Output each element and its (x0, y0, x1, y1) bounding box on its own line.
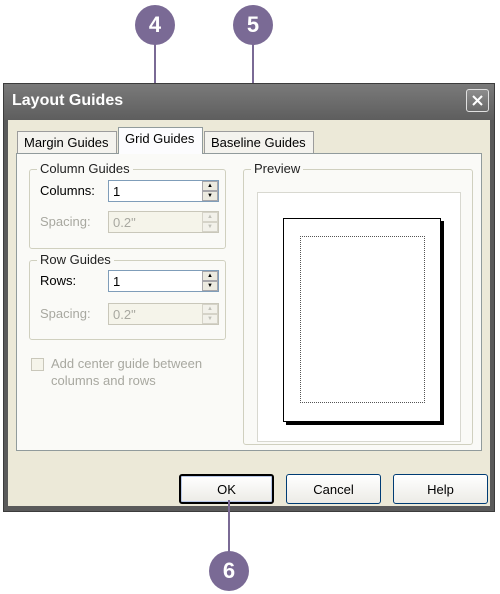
preview-title: Preview (251, 161, 304, 176)
columns-label: Columns: (40, 183, 95, 198)
center-guide-checkbox[interactable] (31, 358, 44, 371)
preview-group: Preview (243, 161, 473, 445)
title-bar[interactable]: Layout Guides (4, 84, 494, 120)
center-guide-label-line1: Add center guide between (51, 356, 203, 371)
ok-button[interactable]: OK (179, 474, 274, 504)
arrow-down-icon: ▼ (207, 316, 213, 322)
row-spacing-stepper[interactable]: ▲ ▼ (108, 303, 219, 325)
rows-stepper[interactable]: ▲ ▼ (108, 270, 219, 292)
column-spacing-stepper[interactable]: ▲ ▼ (108, 211, 219, 233)
arrow-down-icon: ▼ (207, 283, 213, 289)
row-guides-group: Row Guides Rows: ▲ ▼ Spacing: ▲ ▼ (29, 252, 226, 340)
help-button[interactable]: Help (393, 474, 488, 504)
rows-down-button[interactable]: ▼ (202, 281, 218, 291)
center-guide-label-line2: columns and rows (51, 373, 156, 388)
cancel-button[interactable]: Cancel (286, 474, 381, 504)
row-spacing-up-button[interactable]: ▲ (202, 304, 218, 314)
arrow-down-icon: ▼ (207, 224, 213, 230)
callout-6-leader (228, 500, 230, 556)
preview-area (257, 192, 461, 442)
dialog-title: Layout Guides (12, 92, 124, 109)
grid-guides-panel: Column Guides Columns: ▲ ▼ Spacing: ▲ ▼ (16, 153, 482, 451)
close-x-icon (472, 95, 483, 106)
column-spacing-up-button[interactable]: ▲ (202, 212, 218, 222)
margin-guide-outline (300, 236, 425, 403)
layout-guides-dialog: Layout Guides Margin Guides Grid Guides … (3, 83, 495, 512)
callout-5: 5 (233, 5, 273, 45)
tab-grid-guides[interactable]: Grid Guides (118, 127, 203, 154)
columns-down-button[interactable]: ▼ (202, 191, 218, 201)
callout-4: 4 (135, 5, 175, 45)
rows-up-button[interactable]: ▲ (202, 271, 218, 281)
row-guides-title: Row Guides (37, 252, 114, 267)
tab-baseline-guides[interactable]: Baseline Guides (204, 131, 314, 153)
arrow-up-icon: ▲ (207, 306, 213, 312)
column-spacing-label: Spacing: (40, 214, 91, 229)
dialog-body: Margin Guides Grid Guides Baseline Guide… (8, 120, 490, 506)
callout-6: 6 (209, 551, 249, 591)
tab-margin-guides[interactable]: Margin Guides (17, 131, 117, 153)
arrow-up-icon: ▲ (207, 214, 213, 220)
columns-up-button[interactable]: ▲ (202, 181, 218, 191)
columns-stepper[interactable]: ▲ ▼ (108, 180, 219, 202)
close-button[interactable] (466, 89, 489, 112)
arrow-down-icon: ▼ (207, 193, 213, 199)
arrow-up-icon: ▲ (207, 183, 213, 189)
column-guides-group: Column Guides Columns: ▲ ▼ Spacing: ▲ ▼ (29, 161, 226, 249)
row-spacing-down-button[interactable]: ▼ (202, 314, 218, 324)
arrow-up-icon: ▲ (207, 273, 213, 279)
column-spacing-down-button[interactable]: ▼ (202, 222, 218, 232)
column-guides-title: Column Guides (37, 161, 133, 176)
page-preview (283, 218, 441, 422)
row-spacing-label: Spacing: (40, 306, 91, 321)
rows-label: Rows: (40, 273, 77, 288)
